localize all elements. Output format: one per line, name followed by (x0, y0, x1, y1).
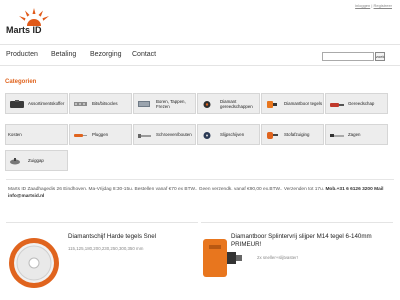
contact-phone: Mob.+31 6 6126 3200 Mail (325, 187, 384, 192)
search-button[interactable]: zoek (375, 52, 385, 61)
company-info: Marts ID Zaadhagedis 26 Eindhoven. Ma-Vr… (8, 186, 393, 200)
screw-icon (138, 134, 151, 138)
category-label: Assortimentskoffer (28, 101, 65, 106)
category-label: Pluggen (92, 132, 109, 137)
category-tile-bits[interactable]: Bits/bitsocles (69, 93, 132, 114)
category-label: Schroeven/bouten (156, 132, 192, 137)
nav-item-betaling[interactable]: Betaling (51, 51, 76, 58)
plug-icon (74, 134, 87, 137)
nav-item-contact[interactable]: Contact (132, 51, 156, 58)
category-tile-assortimentskoffer[interactable]: Assortimentskoffer (5, 93, 68, 114)
dust-extraction-icon (267, 132, 278, 139)
category-tile-slijpschijven[interactable]: Slijpschijven (197, 124, 260, 145)
category-label: Diamant gereedschappen (220, 98, 253, 109)
categories-title: Categorien (5, 79, 37, 85)
case-icon (10, 100, 24, 108)
category-label: Boren, Tappen, Frezen (156, 98, 186, 109)
category-tile-gereedschap[interactable]: Gereedschap (325, 93, 388, 114)
product-tagline: 2x sneller+slijtvaster! (257, 255, 298, 260)
product-title[interactable]: Diamantboor Splintervrij slijper M14 teg… (231, 233, 391, 249)
register-link[interactable]: Registreer (374, 3, 392, 8)
logo[interactable]: Marts ID (6, 4, 66, 35)
suction-icon (10, 158, 20, 165)
category-label: Bits/bitsocles (92, 101, 118, 106)
nav-item-producten[interactable]: Producten (6, 51, 38, 58)
category-label: Stofafzuiging (284, 132, 310, 137)
account-links: inloggen | Registreer (355, 3, 392, 8)
diamond-disc-image (9, 238, 59, 288)
category-label: Slijpschijven (220, 132, 245, 137)
main-nav: Producten Betaling Bezorging Contact zoe… (0, 44, 400, 66)
link-separator: | (371, 3, 373, 8)
category-tile-schroeven[interactable]: Schroeven/bouten (133, 124, 196, 145)
product-card[interactable]: Diamantboor Splintervrij slijper M14 teg… (201, 222, 393, 300)
category-tile-diamantboor-tegels[interactable]: Diamantboor tegels (261, 93, 324, 114)
logo-text: Marts ID (6, 25, 42, 35)
tool-icon (330, 103, 344, 107)
category-tile-stofafzuiging[interactable]: Stofafzuiging (261, 124, 324, 145)
nav-item-bezorging[interactable]: Bezorging (90, 51, 122, 58)
category-label: Kosten (8, 132, 22, 137)
diamond-tool-icon (203, 101, 211, 108)
company-address: Marts ID Zaadhagedis 26 Eindhoven. Ma-Vr… (8, 187, 134, 192)
category-label: Diamantboor tegels (284, 101, 323, 106)
sun-logo-icon (19, 8, 49, 26)
category-label: Zuiggap (28, 158, 44, 163)
search-input[interactable] (322, 52, 374, 61)
shipping-info: Bestellen vanaf €70 ex BTW.. Geen verzen… (134, 187, 325, 192)
divider (6, 179, 394, 180)
category-tile-diamant-gereedschappen[interactable]: Diamant gereedschappen (197, 93, 260, 114)
category-tile-boren[interactable]: Boren, Tappen, Frezen (133, 93, 196, 114)
contact-email[interactable]: info@martsid.nl (8, 194, 44, 199)
category-tile-zagen[interactable]: Zagen (325, 124, 388, 145)
login-link[interactable]: inloggen (355, 3, 370, 8)
core-drill-icon (267, 101, 277, 108)
category-label: Gereedschap (348, 101, 375, 106)
grinding-disc-icon (203, 132, 211, 139)
category-label: Zagen (348, 132, 361, 137)
product-sizes: 115,125,180,200,230,250,300,350 mm (68, 246, 144, 251)
product-title[interactable]: Diamantschijf Harde tegels Snel (68, 233, 193, 241)
category-tile-kosten[interactable]: Kosten (5, 124, 68, 145)
product-card[interactable]: Diamantschijf Harde tegels Snel 115,125,… (6, 222, 198, 300)
category-tile-pluggen[interactable]: Pluggen (69, 124, 132, 145)
page: Marts ID inloggen | Registreer Producten… (0, 0, 400, 300)
header: Marts ID inloggen | Registreer (0, 0, 400, 38)
drill-bit-icon (138, 101, 150, 107)
category-tile-zuiggap[interactable]: Zuiggap (5, 150, 68, 171)
bits-icon (74, 102, 87, 106)
saw-icon (330, 134, 344, 137)
